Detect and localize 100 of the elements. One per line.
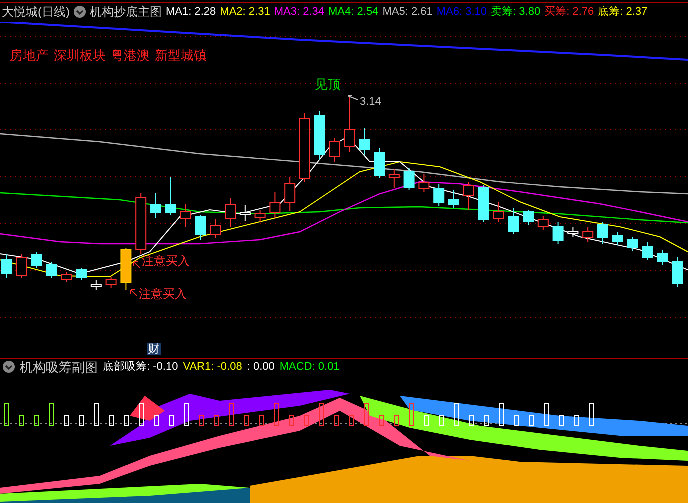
high-price-label: 3.14 xyxy=(360,96,382,108)
indicator-bar xyxy=(230,403,234,426)
candlestick xyxy=(612,231,624,246)
buy-signal-label: 注意买入 xyxy=(139,288,187,300)
candlestick xyxy=(493,201,504,222)
indicator-bar xyxy=(184,403,190,426)
candlestick xyxy=(463,181,474,210)
candlestick xyxy=(2,253,12,278)
candlestick xyxy=(300,112,310,182)
finance-marker[interactable]: 财 xyxy=(147,342,161,355)
candlestick xyxy=(90,279,102,290)
indicator-value: 买筹: 2.76 xyxy=(544,6,594,18)
candlestick xyxy=(329,137,340,162)
indicator-value: MA2: 2.31 xyxy=(220,6,270,18)
sector-tag: 深圳板块 xyxy=(54,48,106,62)
indicator-bar xyxy=(4,403,10,426)
candlestick xyxy=(150,192,162,218)
indicator-bar xyxy=(94,403,100,426)
indicator-bar xyxy=(20,415,24,426)
indicator-bar xyxy=(500,403,504,426)
indicator-bar xyxy=(530,415,534,426)
indicator-bar xyxy=(170,415,174,426)
indicator-title: 机构吸筹副图 xyxy=(20,360,98,374)
candlestick xyxy=(627,236,638,252)
indicator-bar xyxy=(410,403,414,426)
collapse-icon[interactable] xyxy=(3,361,15,374)
indicator-bar xyxy=(514,415,520,426)
indicator-bar xyxy=(350,415,354,426)
candlestick xyxy=(225,197,236,228)
candlestick xyxy=(240,204,251,222)
indicator-bar xyxy=(454,403,460,426)
indicator-bar xyxy=(574,415,580,426)
leader-line xyxy=(348,95,358,100)
candlestick xyxy=(568,226,579,238)
candlestick xyxy=(76,267,87,280)
candlestick xyxy=(284,176,296,212)
candlestick xyxy=(314,110,326,160)
indicator-bar xyxy=(50,403,54,426)
indicator-bar xyxy=(34,415,40,426)
indicator-bar xyxy=(320,403,324,426)
indicator-bar xyxy=(364,403,370,426)
indicator-bar xyxy=(394,415,400,426)
indicator-title: 机构抄底主图 xyxy=(90,6,162,18)
indicator-value: 卖筹: 3.80 xyxy=(491,6,541,18)
candlestick xyxy=(16,253,28,278)
sector-tag: 粤港澳 xyxy=(111,48,150,62)
indicator-bar xyxy=(380,415,384,426)
candlestick xyxy=(552,221,564,244)
candlestick xyxy=(657,249,668,266)
indicator-value: MA4: 2.54 xyxy=(328,6,379,18)
candlestick xyxy=(404,167,415,190)
indicator-value: MA6: 3.10 xyxy=(436,6,488,18)
arrow-icon xyxy=(134,261,140,268)
indicator-bar xyxy=(140,403,144,426)
indicator-bar xyxy=(214,415,220,426)
collapse-icon[interactable] xyxy=(74,6,86,18)
candlestick xyxy=(359,127,370,156)
candlestick xyxy=(582,226,594,242)
indicator-value: MA5: 2.61 xyxy=(382,6,433,18)
indicator-value: VAR1: -0.08 xyxy=(183,362,242,373)
indicator-bar xyxy=(200,415,204,426)
indicator-value: MACD: 0.01 xyxy=(280,362,340,373)
indicator-value: 底筹: 2.37 xyxy=(598,6,648,18)
stock-title: 大悦城(日线) xyxy=(2,6,70,18)
candlestick xyxy=(270,191,281,218)
candlestick xyxy=(195,214,206,240)
buy-signal-label: 注意买入 xyxy=(142,254,190,267)
candlestick xyxy=(478,184,490,222)
arrow-icon xyxy=(130,289,138,296)
candlestick xyxy=(46,261,58,278)
candlestick xyxy=(388,168,400,188)
candlestick xyxy=(642,241,654,260)
candlestick xyxy=(344,96,356,152)
candlestick xyxy=(61,271,72,282)
candlestick xyxy=(136,192,147,254)
indicator-value: 底部吸筹: -0.10 xyxy=(103,362,178,373)
candlestick xyxy=(120,247,132,290)
indicator-bar xyxy=(290,415,294,426)
top-signal-label: 见顶 xyxy=(315,78,341,91)
candlestick xyxy=(210,218,222,238)
indicator-value: MA3: 2.34 xyxy=(274,6,325,18)
indicator-value: : 0.00 xyxy=(247,362,275,373)
indicator-bar xyxy=(260,415,264,426)
candlestick xyxy=(418,173,430,192)
candlestick xyxy=(538,215,549,230)
indicator-bar xyxy=(470,415,474,426)
indicator-bar xyxy=(334,415,340,426)
indicator-bar xyxy=(590,403,594,426)
candlestick xyxy=(508,207,520,234)
candlestick xyxy=(106,276,117,288)
indicator-value: MA1: 2.28 xyxy=(166,6,216,18)
candlestick xyxy=(254,209,266,222)
sector-tag: 新型城镇 xyxy=(155,48,207,62)
indicator-bar xyxy=(64,415,70,426)
indicator-bar xyxy=(274,403,280,426)
indicator-bar xyxy=(424,415,430,426)
candlestick xyxy=(598,221,608,244)
candlestick xyxy=(434,183,445,206)
indicator-bar xyxy=(124,415,130,426)
candlestick xyxy=(523,209,534,226)
